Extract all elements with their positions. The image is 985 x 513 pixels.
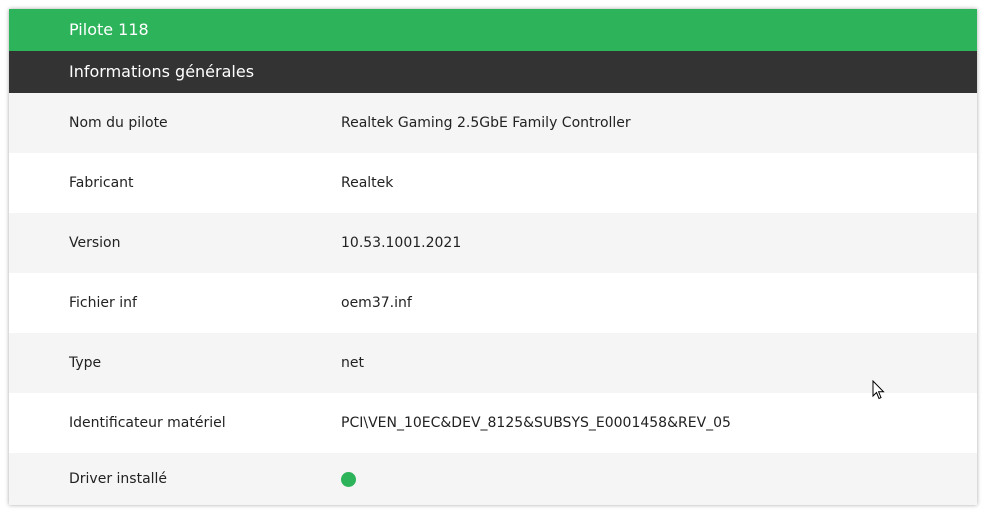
- page-title: Pilote 118: [9, 9, 977, 51]
- section-title: Informations générales: [9, 51, 977, 93]
- table-row-driver-installed: Driver installé: [9, 453, 977, 505]
- row-label: Type: [69, 355, 102, 371]
- row-value: oem37.inf: [341, 295, 412, 311]
- table-row-inf-file: Fichier inf oem37.inf: [9, 273, 977, 333]
- table-row-driver-name: Nom du pilote Realtek Gaming 2.5GbE Fami…: [9, 93, 977, 153]
- row-value: PCI\VEN_10EC&DEV_8125&SUBSYS_E0001458&RE…: [341, 415, 731, 431]
- row-value: Realtek: [341, 175, 394, 191]
- row-label: Identificateur matériel: [69, 415, 226, 431]
- mouse-cursor-icon: [872, 380, 885, 400]
- row-value: Realtek Gaming 2.5GbE Family Controller: [341, 115, 631, 131]
- table-row-version: Version 10.53.1001.2021: [9, 213, 977, 273]
- row-label: Nom du pilote: [69, 115, 168, 131]
- row-label: Driver installé: [69, 471, 168, 487]
- table-row-type: Type net: [9, 333, 977, 393]
- row-value: 10.53.1001.2021: [341, 235, 462, 251]
- table-row-hardware-id: Identificateur matériel PCI\VEN_10EC&DEV…: [9, 393, 977, 453]
- row-value: [341, 471, 977, 487]
- driver-card: Pilote 118 Informations générales Nom du…: [9, 9, 977, 505]
- row-label: Fichier inf: [69, 295, 137, 311]
- row-label: Version: [69, 235, 121, 251]
- row-value: net: [341, 355, 364, 371]
- row-label: Fabricant: [69, 175, 134, 191]
- table-row-manufacturer: Fabricant Realtek: [9, 153, 977, 213]
- installed-status-icon: [341, 471, 356, 487]
